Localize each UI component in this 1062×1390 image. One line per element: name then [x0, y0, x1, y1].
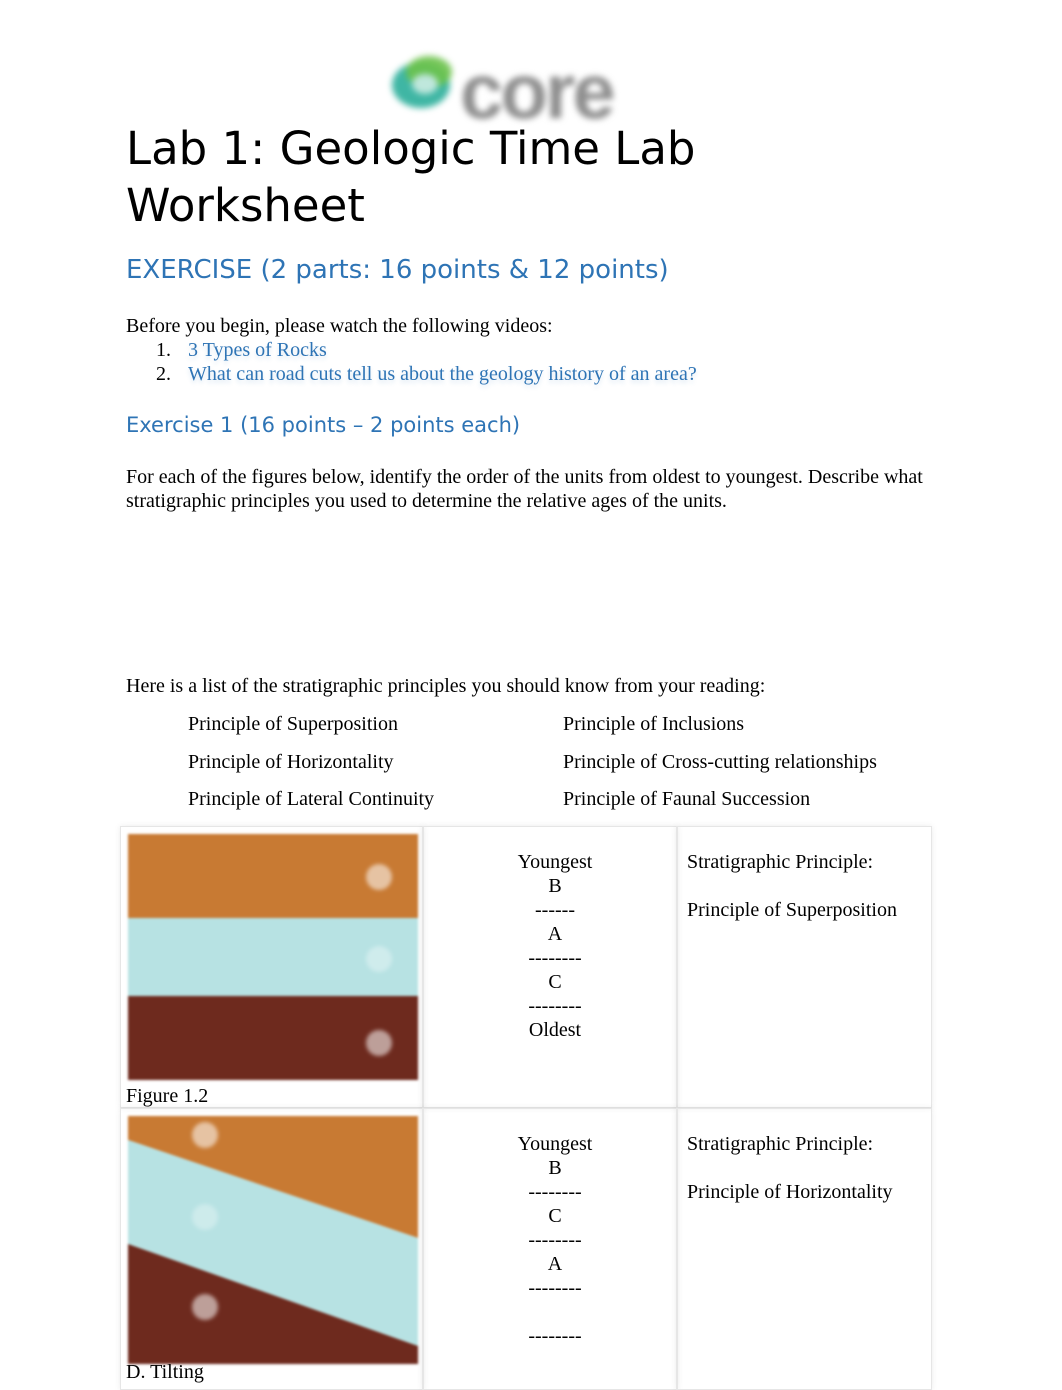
principle-answer-block: Stratigraphic Principle: Principle of Ho… — [687, 1132, 927, 1204]
order-line: -------- — [528, 1181, 582, 1203]
figure-caption: D. Tilting — [126, 1361, 204, 1383]
list-number: 1. — [156, 339, 171, 361]
principle-item: Principle of Lateral Continuity — [188, 788, 435, 810]
order-line: -------- — [528, 1325, 582, 1347]
order-line: -------- — [528, 1277, 582, 1299]
unit-order: Youngest B ------ A -------- C -------- … — [430, 850, 680, 1042]
principle-item: Principle of Faunal Succession — [563, 788, 811, 810]
list-number: 2. — [156, 363, 171, 385]
order-line: Youngest — [517, 851, 593, 873]
exercise1-heading: Exercise 1 (16 points – 2 points each) — [126, 413, 521, 437]
order-line: Youngest — [517, 1133, 593, 1155]
figure-caption: Figure 1.2 — [126, 1085, 209, 1107]
exercise-heading: EXERCISE (2 parts: 16 points & 12 points… — [126, 255, 669, 285]
video-list-item: 2. What can road cuts tell us about the … — [126, 362, 697, 386]
unit-order: Youngest B -------- C -------- A -------… — [430, 1132, 680, 1348]
layer-label-marker — [366, 1030, 392, 1056]
order-line: ------ — [535, 899, 575, 921]
instructions-text: For each of the figures below, identify … — [126, 466, 923, 512]
principle-item: Principle of Inclusions — [563, 713, 745, 735]
order-line — [430, 1300, 680, 1324]
order-line: C — [548, 1205, 562, 1227]
video-link-road-cuts[interactable]: What can road cuts tell us about the geo… — [188, 363, 697, 385]
figure-1-2-image — [128, 834, 418, 1080]
video-list: 1. 3 Types of Rocks 2. What can road cut… — [126, 338, 697, 386]
order-line: Oldest — [528, 1019, 582, 1041]
figure-row: Youngest B ------ A -------- C -------- … — [120, 826, 932, 1108]
order-line: -------- — [528, 1229, 582, 1251]
principles-intro: Here is a list of the stratigraphic prin… — [126, 675, 766, 697]
core-logo: core — [386, 47, 686, 135]
figure-row: Youngest B -------- C -------- A -------… — [120, 1108, 932, 1390]
principle-label: Stratigraphic Principle: — [687, 1133, 874, 1155]
order-line: A — [547, 923, 563, 945]
principle-item: Principle of Cross-cutting relationships — [563, 750, 877, 773]
principle-answer: Principle of Horizontality — [687, 1181, 893, 1203]
layer-label-marker — [366, 946, 392, 972]
layer-label-marker — [366, 864, 392, 890]
principle-item: Principle of Horizontality — [188, 750, 394, 773]
order-line: -------- — [528, 995, 582, 1017]
tilted-layers-svg — [128, 1116, 418, 1364]
page-title: Lab 1: Geologic Time Lab Worksheet — [126, 122, 696, 232]
layer-label-marker — [192, 1294, 218, 1320]
layer-label-marker — [192, 1122, 218, 1148]
order-line: A — [547, 1253, 563, 1275]
intro-text: Before you begin, please watch the follo… — [126, 315, 553, 337]
principle-label: Stratigraphic Principle: — [687, 851, 874, 873]
order-line: -------- — [528, 947, 582, 969]
principle-item: Principle of Superposition — [188, 713, 398, 735]
principles-list: Principle of Superposition Principle of … — [188, 712, 948, 811]
order-line: C — [548, 971, 562, 993]
core-logo-icon-center — [412, 74, 438, 94]
figure-tilting-image — [128, 1116, 418, 1364]
video-link-3-types-of-rocks[interactable]: 3 Types of Rocks — [188, 339, 327, 361]
order-line: B — [548, 1157, 562, 1179]
video-list-item: 1. 3 Types of Rocks — [126, 338, 697, 362]
principle-answer-block: Stratigraphic Principle: Principle of Su… — [687, 850, 927, 922]
principle-answer: Principle of Superposition — [687, 899, 897, 921]
order-line: B — [548, 875, 562, 897]
layer-label-marker — [192, 1204, 218, 1230]
